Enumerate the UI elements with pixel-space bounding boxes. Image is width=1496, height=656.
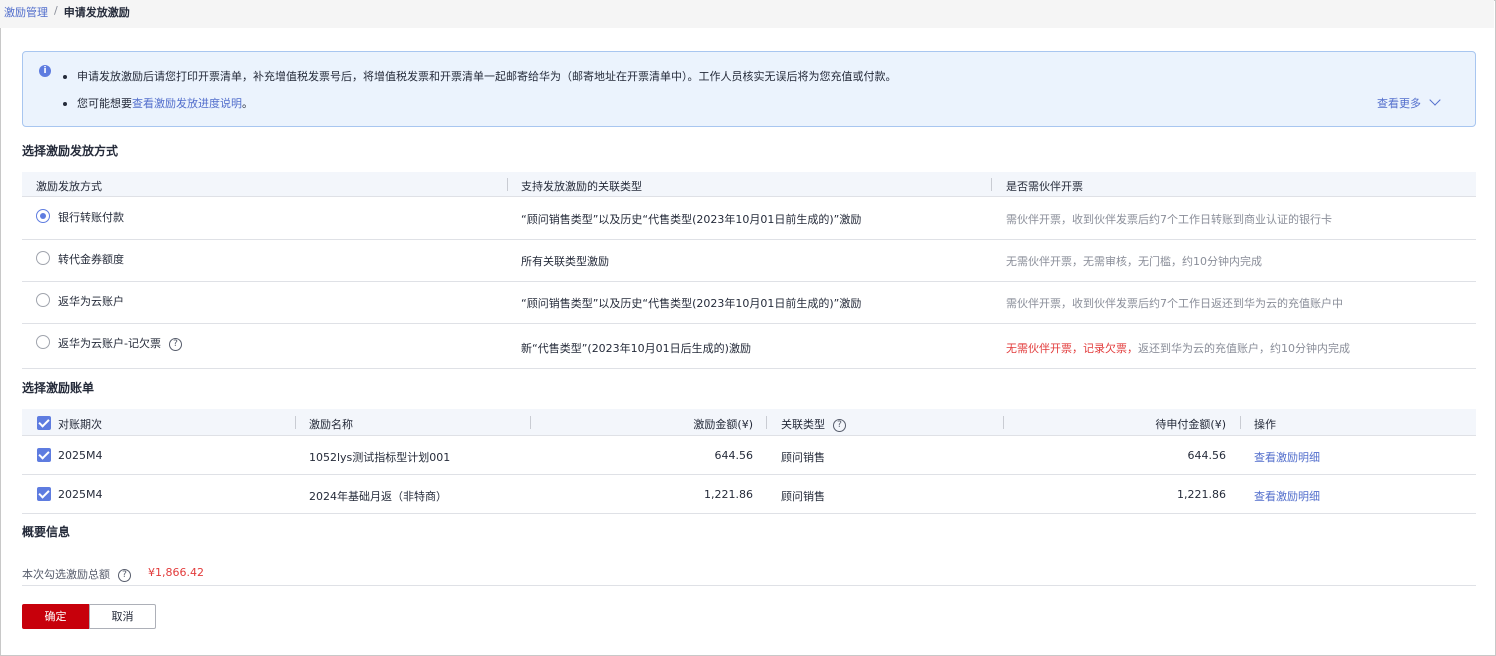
bill-header-pending: 待申付金额(¥) — [1155, 418, 1226, 431]
bill-header-type-wrap: 关联类型? — [781, 416, 846, 432]
method-types: 新“代售类型”(2023年10月01日后生成的)激励 — [521, 342, 751, 355]
chevron-down-icon — [1429, 94, 1441, 106]
bill-name: 2024年基础月返（非特商） — [309, 490, 447, 503]
radio-icon[interactable] — [36, 251, 50, 265]
method-invoice: 无需伙伴开票，无需审核，无门槛，约10分钟内完成 — [1006, 255, 1262, 268]
bullet-dot — [63, 75, 67, 79]
bill-header-action: 操作 — [1254, 418, 1276, 431]
method-name: 转代金券额度 — [58, 253, 124, 266]
method-header-invoice: 是否需伙伴开票 — [1006, 180, 1083, 193]
bill-table-header: 对账期次 激励名称 激励金额(¥) 关联类型? 待申付金额(¥) 操作 — [22, 409, 1476, 436]
bill-header-type: 关联类型 — [781, 418, 825, 431]
method-invoice-wrap: 无需伙伴开票，记录欠票，返还到华为云的充值账户，约10分钟内完成 — [1006, 340, 1350, 356]
help-icon[interactable]: ? — [833, 418, 846, 432]
method-types: 所有关联类型激励 — [521, 255, 609, 268]
method-name: 返华为云账户 — [58, 295, 124, 308]
summary-section-title: 概要信息 — [22, 525, 71, 539]
method-row-bank[interactable]: 银行转账付款 “顾问销售类型”以及历史“代售类型(2023年10月01日前生成的… — [22, 197, 1476, 240]
notice-line-2: 您可能想要查看激励发放进度说明。 — [63, 95, 253, 111]
notice-line-1: 申请发放激励后请您打印开票清单，补充增值税发票号后，将增值税发票和开票清单一起邮… — [63, 68, 897, 84]
method-name: 返华为云账户-记欠票 — [58, 337, 161, 350]
divider — [22, 585, 1476, 586]
method-row-voucher[interactable]: 转代金券额度 所有关联类型激励 无需伙伴开票，无需审核，无门槛，约10分钟内完成 — [22, 240, 1476, 282]
bill-amount: 1,221.86 — [704, 488, 753, 501]
method-section-title: 选择激励发放方式 — [22, 144, 119, 158]
breadcrumb-parent-link[interactable]: 激励管理 — [4, 4, 48, 20]
radio-icon[interactable] — [36, 293, 50, 307]
bill-period: 2025M4 — [58, 449, 103, 462]
method-types: “顾问销售类型”以及历史“代售类型(2023年10月01日前生成的)”激励 — [521, 297, 862, 310]
summary-label-wrap: 本次勾选激励总额? — [22, 566, 131, 582]
header-divider — [295, 416, 296, 429]
header-divider — [991, 178, 992, 191]
method-invoice: 需伙伴开票，收到伙伴发票后约7个工作日返还到华为云的充值账户中 — [1006, 297, 1343, 310]
cancel-button[interactable]: 取消 — [89, 604, 156, 629]
notice-panel: i 申请发放激励后请您打印开票清单，补充增值税发票号后，将增值税发票和开票清单一… — [22, 51, 1476, 127]
header-divider — [1003, 416, 1004, 429]
bill-type: 顾问销售 — [781, 451, 825, 464]
method-invoice-highlight: 无需伙伴开票，记录欠票， — [1006, 342, 1138, 355]
method-types: “顾问销售类型”以及历史“代售类型(2023年10月01日前生成的)”激励 — [521, 213, 862, 226]
radio-icon[interactable] — [36, 209, 50, 223]
bill-period: 2025M4 — [58, 488, 103, 501]
row-checkbox-icon[interactable] — [37, 487, 51, 501]
bill-pending: 644.56 — [1187, 449, 1227, 462]
view-detail-link[interactable]: 查看激励明细 — [1254, 488, 1320, 504]
bill-name: 1052lys测试指标型计划001 — [309, 451, 451, 464]
table-row: 2025M4 2024年基础月返（非特商） 1,221.86 顾问销售 1,22… — [22, 475, 1476, 514]
bill-header-name: 激励名称 — [309, 418, 353, 431]
bill-section-title: 选择激励账单 — [22, 381, 95, 395]
bill-pending: 1,221.86 — [1177, 488, 1226, 501]
help-icon[interactable]: ? — [118, 568, 131, 582]
breadcrumb: 激励管理 / 申请发放激励 — [0, 0, 1494, 28]
notice-line-1-text: 申请发放激励后请您打印开票清单，补充增值税发票号后，将增值税发票和开票清单一起邮… — [77, 70, 897, 83]
method-table-header: 激励发放方式 支持发放激励的关联类型 是否需伙伴开票 — [22, 172, 1476, 197]
method-header-types: 支持发放激励的关联类型 — [521, 180, 642, 193]
method-table: 激励发放方式 支持发放激励的关联类型 是否需伙伴开票 银行转账付款 “顾问销售类… — [22, 172, 1476, 369]
method-invoice-rest: 返还到华为云的充值账户，约10分钟内完成 — [1138, 342, 1350, 355]
bullet-dot — [63, 102, 67, 106]
table-row: 2025M4 1052lys测试指标型计划001 644.56 顾问销售 644… — [22, 436, 1476, 475]
method-row-cloud-account-owed[interactable]: 返华为云账户-记欠票? 新“代售类型”(2023年10月01日后生成的)激励 无… — [22, 324, 1476, 369]
header-divider — [1240, 416, 1241, 429]
radio-icon[interactable] — [36, 335, 50, 349]
method-name: 银行转账付款 — [58, 211, 124, 224]
bill-header-period: 对账期次 — [58, 418, 102, 431]
method-header-method: 激励发放方式 — [36, 180, 102, 193]
info-icon: i — [39, 65, 51, 77]
bill-amount: 644.56 — [714, 449, 754, 462]
view-detail-link[interactable]: 查看激励明细 — [1254, 449, 1320, 465]
progress-explanation-link[interactable]: 查看激励发放进度说明 — [132, 97, 242, 110]
view-more-toggle[interactable]: 查看更多 — [1377, 94, 1441, 111]
help-icon[interactable]: ? — [168, 337, 182, 351]
summary-total-value: ¥1,866.42 — [148, 566, 204, 579]
header-divider — [507, 178, 508, 191]
confirm-button[interactable]: 确定 — [22, 604, 89, 629]
breadcrumb-separator: / — [54, 4, 58, 17]
header-divider — [766, 416, 767, 429]
notice-line-2-suffix: 。 — [242, 97, 253, 110]
bill-table: 对账期次 激励名称 激励金额(¥) 关联类型? 待申付金额(¥) 操作 2025… — [22, 409, 1476, 514]
method-name-wrap: 返华为云账户-记欠票? — [58, 335, 182, 351]
bill-type: 顾问销售 — [781, 490, 825, 503]
breadcrumb-current: 申请发放激励 — [63, 6, 130, 19]
method-invoice: 需伙伴开票，收到伙伴发票后约7个工作日转账到商业认证的银行卡 — [1006, 213, 1332, 226]
header-divider — [530, 416, 531, 429]
summary-label: 本次勾选激励总额 — [22, 568, 110, 581]
view-more-label: 查看更多 — [1377, 97, 1421, 110]
bill-header-amount: 激励金额(¥) — [693, 418, 753, 431]
method-row-cloud-account[interactable]: 返华为云账户 “顾问销售类型”以及历史“代售类型(2023年10月01日前生成的… — [22, 282, 1476, 324]
notice-line-2-prefix: 您可能想要 — [77, 97, 132, 110]
select-all-checkbox-icon[interactable] — [37, 416, 51, 430]
row-checkbox-icon[interactable] — [37, 448, 51, 462]
